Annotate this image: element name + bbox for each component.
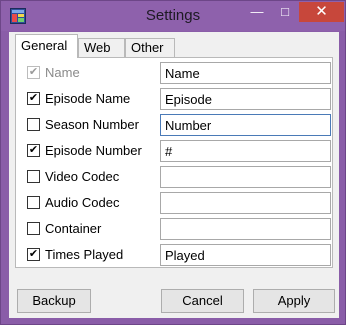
season-number-field[interactable]	[160, 114, 331, 136]
title-bar[interactable]: Settings — □ ✕	[1, 1, 345, 31]
audio-codec-checkbox[interactable]	[27, 196, 40, 209]
video-codec-label: Video Codec	[45, 169, 120, 184]
times-played-field[interactable]	[160, 244, 331, 266]
tab-general[interactable]: General	[15, 34, 78, 58]
episode-name-field[interactable]	[160, 88, 331, 110]
apply-button[interactable]: Apply	[253, 289, 335, 313]
close-icon: ✕	[315, 3, 328, 20]
close-button[interactable]: ✕	[299, 2, 344, 22]
setting-row-audio-codec: Audio Codec	[16, 192, 332, 214]
backup-button[interactable]: Backup	[17, 289, 91, 313]
setting-row-season-number: Season Number	[16, 114, 332, 136]
season-number-checkbox[interactable]	[27, 118, 40, 131]
setting-row-episode-name: ✔ Episode Name	[16, 88, 332, 110]
settings-window: Settings — □ ✕ General Web Other ✔ Name …	[0, 0, 346, 325]
minimize-icon: —	[250, 4, 264, 19]
video-codec-checkbox[interactable]	[27, 170, 40, 183]
audio-codec-label: Audio Codec	[45, 195, 120, 210]
times-played-checkbox[interactable]: ✔	[27, 248, 40, 261]
episode-name-label: Episode Name	[45, 91, 131, 106]
setting-row-container: Container	[16, 218, 332, 240]
setting-row-video-codec: Video Codec	[16, 166, 332, 188]
setting-row-episode-number: ✔ Episode Number	[16, 140, 332, 162]
episode-number-label: Episode Number	[45, 143, 142, 158]
season-number-label: Season Number	[45, 117, 139, 132]
maximize-icon: □	[281, 4, 289, 19]
video-codec-field[interactable]	[160, 166, 331, 188]
cancel-button[interactable]: Cancel	[161, 289, 244, 313]
setting-row-times-played: ✔ Times Played	[16, 244, 332, 266]
dialog-body: General Web Other ✔ Name ✔ Episode Name …	[9, 32, 339, 318]
maximize-button[interactable]: □	[271, 2, 299, 22]
episode-name-checkbox[interactable]: ✔	[27, 92, 40, 105]
minimize-button[interactable]: —	[243, 2, 271, 22]
name-field[interactable]	[160, 62, 331, 84]
tab-web[interactable]: Web	[78, 38, 125, 57]
container-field[interactable]	[160, 218, 331, 240]
container-label: Container	[45, 221, 102, 236]
audio-codec-field[interactable]	[160, 192, 331, 214]
general-tab-panel: ✔ Name ✔ Episode Name Season Number ✔ Ep…	[15, 57, 333, 268]
name-label: Name	[45, 65, 80, 80]
setting-row-name: ✔ Name	[16, 62, 332, 84]
name-checkbox[interactable]: ✔	[27, 66, 40, 79]
tab-other[interactable]: Other	[125, 38, 175, 57]
episode-number-checkbox[interactable]: ✔	[27, 144, 40, 157]
container-checkbox[interactable]	[27, 222, 40, 235]
times-played-label: Times Played	[45, 247, 124, 262]
episode-number-field[interactable]	[160, 140, 331, 162]
